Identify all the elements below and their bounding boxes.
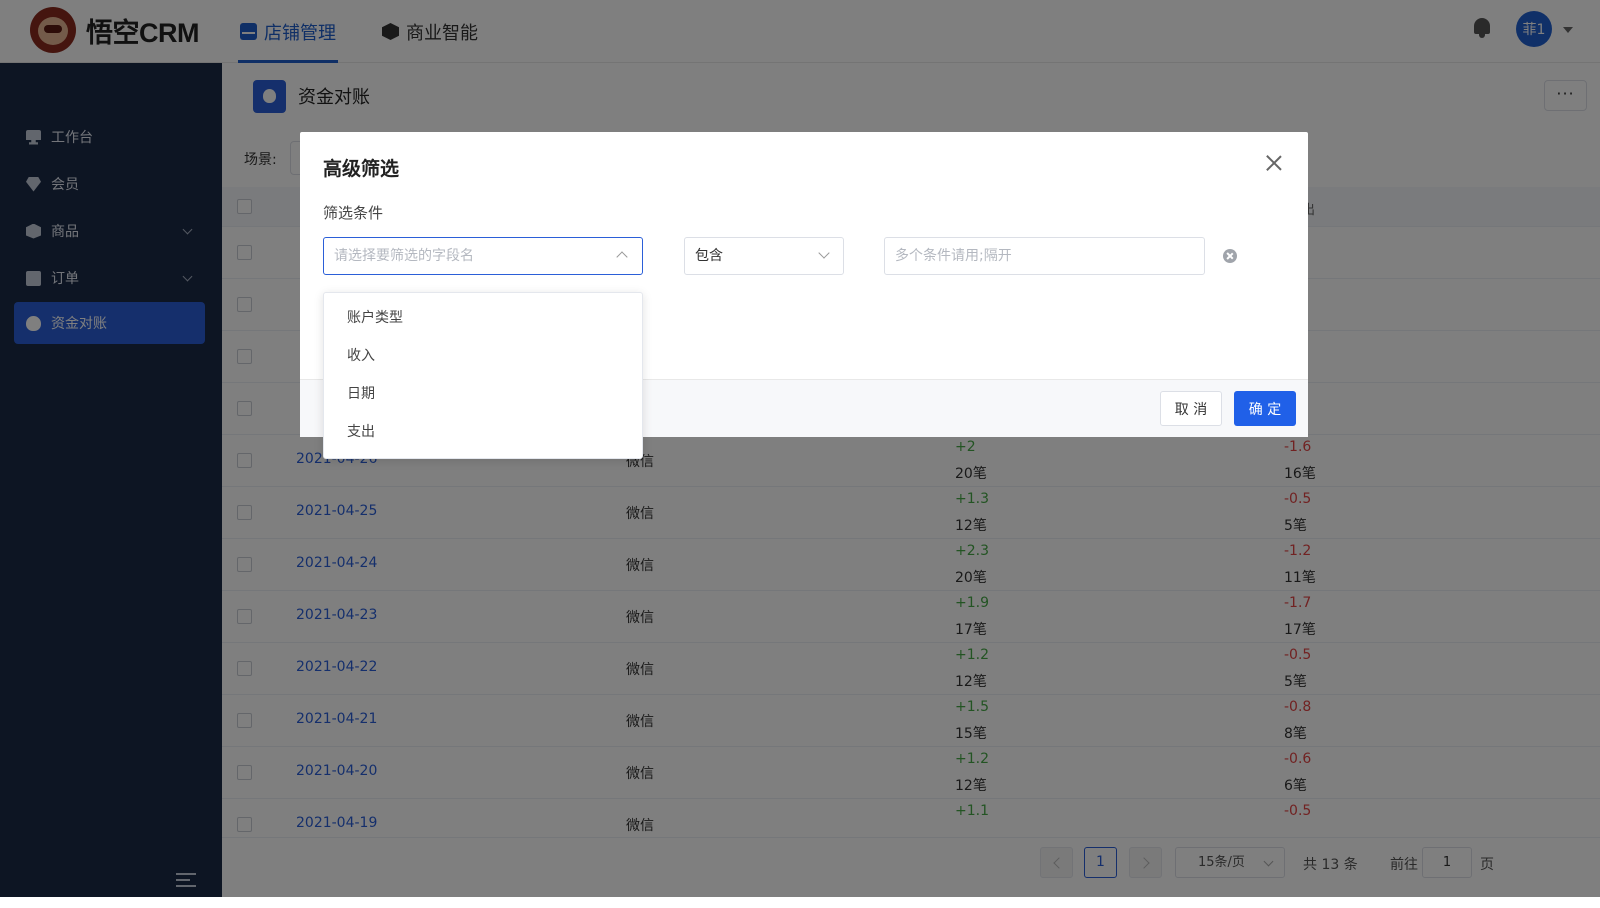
operator-select[interactable]: 包含 bbox=[684, 237, 844, 275]
dropdown-option-expense[interactable]: 支出 bbox=[324, 413, 642, 451]
dropdown-option-account-type[interactable]: 账户类型 bbox=[324, 299, 642, 337]
field-dropdown: 账户类型 收入 日期 支出 bbox=[323, 292, 643, 459]
dropdown-option-date[interactable]: 日期 bbox=[324, 375, 642, 413]
filter-value-input[interactable] bbox=[884, 237, 1205, 275]
field-name-select[interactable]: 请选择要筛选的字段名 bbox=[323, 237, 643, 275]
remove-condition-icon[interactable] bbox=[1223, 249, 1237, 263]
dropdown-option-income[interactable]: 收入 bbox=[324, 337, 642, 375]
confirm-button[interactable]: 确 定 bbox=[1234, 391, 1296, 426]
cancel-button[interactable]: 取 消 bbox=[1160, 391, 1222, 426]
close-icon[interactable] bbox=[1265, 154, 1283, 172]
filter-conditions-label: 筛选条件 bbox=[323, 204, 384, 222]
bottom-strip bbox=[0, 897, 1600, 908]
dialog-title: 高级筛选 bbox=[323, 158, 400, 180]
